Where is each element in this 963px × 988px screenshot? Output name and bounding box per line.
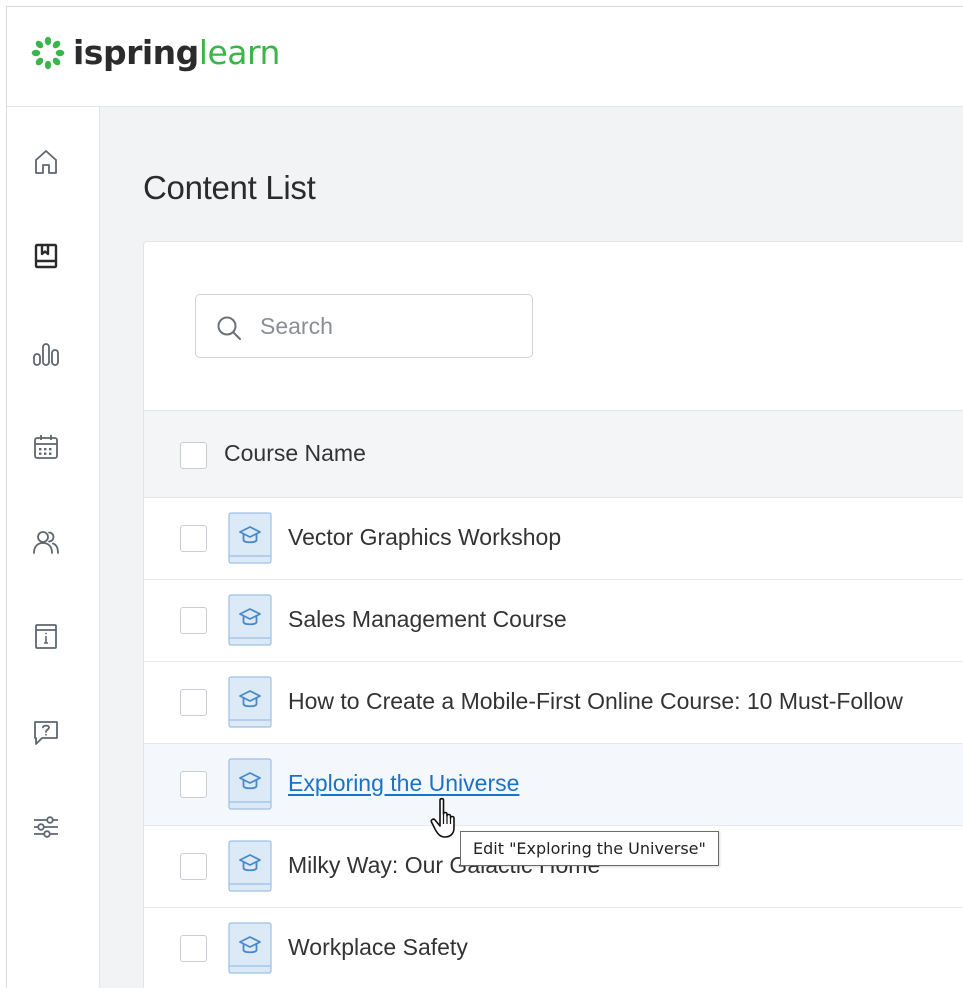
course-graduation-cap-icon — [228, 676, 272, 728]
table-row[interactable]: Exploring the Universe — [144, 744, 963, 826]
sidebar-item-info[interactable] — [31, 621, 61, 651]
search-input[interactable] — [260, 307, 520, 345]
logo-ispring-text: ispring — [73, 33, 199, 72]
ispring-learn-logo[interactable]: ispringlearn — [31, 33, 280, 73]
app-window: ispringlearn Content List Search Course … — [6, 6, 963, 988]
home-icon — [35, 150, 57, 174]
hand-pointer-cursor — [430, 797, 455, 838]
sidebar-item-reports[interactable] — [31, 339, 61, 369]
sidebar — [7, 107, 100, 988]
row-checkbox[interactable] — [180, 935, 207, 962]
users-icon — [33, 531, 59, 554]
course-graduation-cap-icon — [228, 758, 272, 810]
table-row[interactable]: Sales Management Course — [144, 580, 963, 662]
course-list: Vector Graphics Workshop Sales Managemen… — [144, 498, 963, 988]
row-checkbox[interactable] — [180, 853, 207, 880]
page-title: Content List — [143, 169, 316, 206]
course-thumbnail — [228, 840, 272, 892]
table-header: Course Name — [144, 410, 963, 498]
help-question-icon — [34, 721, 58, 745]
course-thumbnail — [228, 922, 272, 974]
course-title[interactable]: Vector Graphics Workshop — [288, 524, 561, 551]
sidebar-item-users[interactable] — [31, 527, 61, 557]
table-row[interactable]: How to Create a Mobile-First Online Cour… — [144, 662, 963, 744]
row-checkbox[interactable] — [180, 525, 207, 552]
course-title-link[interactable]: Exploring the Universe — [288, 770, 519, 797]
sidebar-item-content[interactable] — [31, 241, 61, 271]
calendar-icon — [34, 435, 58, 459]
logo-learn-text: learn — [198, 33, 281, 72]
table-row[interactable]: Vector Graphics Workshop — [144, 498, 963, 580]
ispring-spark-icon — [31, 36, 65, 70]
sidebar-item-calendar[interactable] — [31, 432, 61, 462]
search-box[interactable] — [195, 294, 533, 358]
row-checkbox[interactable] — [180, 689, 207, 716]
top-bar: ispringlearn — [7, 7, 963, 107]
course-graduation-cap-icon — [228, 594, 272, 646]
course-thumbnail — [228, 512, 272, 564]
edit-tooltip: Edit "Exploring the Universe" — [460, 831, 719, 866]
course-graduation-cap-icon — [228, 840, 272, 892]
course-thumbnail — [228, 594, 272, 646]
search-icon — [217, 316, 241, 340]
course-title[interactable]: How to Create a Mobile-First Online Cour… — [288, 688, 903, 715]
info-board-icon — [35, 624, 57, 649]
row-checkbox[interactable] — [180, 771, 207, 798]
course-graduation-cap-icon — [228, 922, 272, 974]
settings-sliders-icon — [34, 816, 58, 838]
sidebar-item-help[interactable] — [31, 717, 61, 747]
row-checkbox[interactable] — [180, 607, 207, 634]
sidebar-item-home[interactable] — [31, 147, 61, 177]
select-all-checkbox[interactable] — [180, 442, 207, 469]
table-row[interactable]: Workplace Safety — [144, 908, 963, 988]
reports-bar-chart-icon — [33, 343, 59, 366]
course-thumbnail — [228, 758, 272, 810]
course-thumbnail — [228, 676, 272, 728]
course-title[interactable]: Workplace Safety — [288, 934, 468, 961]
logo-wordmark: ispringlearn — [73, 33, 280, 73]
sidebar-item-settings[interactable] — [31, 812, 61, 842]
course-title[interactable]: Sales Management Course — [288, 606, 567, 633]
course-graduation-cap-icon — [228, 512, 272, 564]
content-list-card: Course Name Vector Graphics Workshop Sal… — [143, 241, 963, 988]
column-header-course-name[interactable]: Course Name — [224, 440, 366, 467]
content-book-icon — [34, 243, 58, 269]
